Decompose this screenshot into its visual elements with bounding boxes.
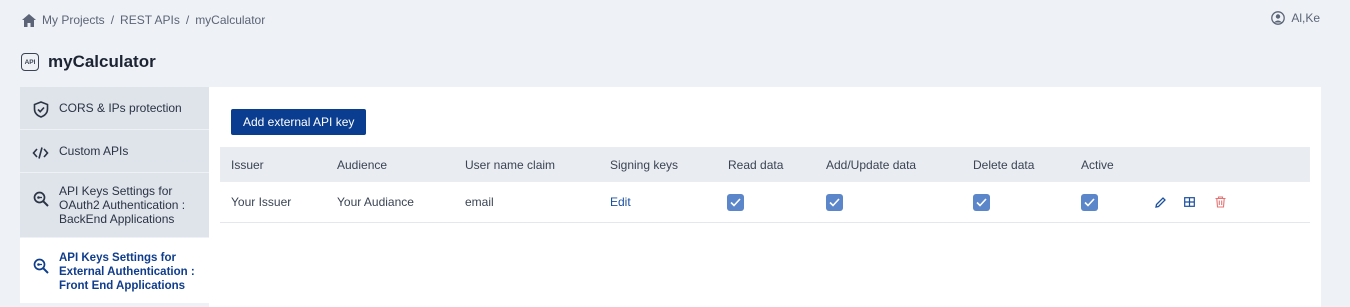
- column-header-user-name-claim[interactable]: User name claim: [465, 147, 555, 182]
- sidebar-item-label: Custom APIs: [59, 144, 129, 158]
- breadcrumb-separator: /: [110, 13, 115, 27]
- sidebar-item-label: CORS & IPs protection: [59, 101, 182, 115]
- sidebar-item-oauth2-keys[interactable]: API Keys Settings for OAuth2 Authenticat…: [20, 173, 209, 238]
- api-keys-table: Issuer Audience User name claim Signing …: [220, 147, 1310, 223]
- user-name: Al,Ke: [1291, 11, 1320, 25]
- column-header-delete-data[interactable]: Delete data: [973, 147, 1034, 182]
- pencil-icon[interactable]: [1153, 195, 1167, 209]
- audience-cell: Your Audiance: [337, 195, 414, 209]
- table-header: Issuer Audience User name claim Signing …: [220, 147, 1310, 182]
- column-header-audience[interactable]: Audience: [337, 147, 387, 182]
- check-icon: [730, 197, 741, 207]
- breadcrumb-current: myCalculator: [195, 13, 266, 27]
- main-panel: Add external API key Issuer Audience Use…: [209, 87, 1321, 307]
- sidebar-item-label: API Keys Settings for External Authentic…: [59, 252, 195, 292]
- sidebar-item-external-keys[interactable]: API Keys Settings for External Authentic…: [20, 238, 209, 304]
- column-header-signing-keys[interactable]: Signing keys: [610, 147, 678, 182]
- settings-sidebar: CORS & IPs protection Custom APIs API Ke…: [20, 87, 209, 307]
- user-avatar-icon: [1271, 11, 1286, 25]
- api-icon: API: [21, 53, 39, 71]
- shield-check-icon: [32, 101, 49, 118]
- page-header: API myCalculator: [21, 52, 156, 72]
- key-search-icon: [32, 257, 49, 274]
- column-header-add-update-data[interactable]: Add/Update data: [826, 147, 916, 182]
- column-header-issuer[interactable]: Issuer: [231, 147, 264, 182]
- breadcrumb-rest-apis[interactable]: REST APIs: [120, 13, 180, 27]
- row-actions-delete: [1213, 182, 1227, 222]
- column-header-read-data[interactable]: Read data: [728, 147, 783, 182]
- column-header-active[interactable]: Active: [1081, 147, 1114, 182]
- read-data-checkbox[interactable]: [727, 193, 744, 211]
- check-icon: [1084, 197, 1095, 207]
- sidebar-item-cors[interactable]: CORS & IPs protection: [20, 87, 209, 130]
- read-data-checkbox-cell: [727, 182, 744, 222]
- grid-icon[interactable]: [1182, 195, 1196, 209]
- sidebar-item-label: API Keys Settings for OAuth2 Authenticat…: [59, 184, 186, 226]
- check-icon: [829, 197, 840, 207]
- active-checkbox-cell: [1081, 182, 1098, 222]
- check-icon: [976, 197, 987, 207]
- breadcrumb: My Projects / REST APIs / myCalculator: [22, 11, 265, 29]
- user-name-claim-cell: email: [465, 195, 494, 209]
- key-search-icon: [32, 190, 49, 207]
- active-checkbox[interactable]: [1081, 193, 1098, 211]
- edit-signing-keys-link[interactable]: Edit: [610, 182, 631, 222]
- breadcrumb-my-projects[interactable]: My Projects: [42, 13, 105, 27]
- add-external-api-key-button[interactable]: Add external API key: [231, 109, 367, 135]
- breadcrumb-separator: /: [185, 13, 190, 27]
- sidebar-item-custom-apis[interactable]: Custom APIs: [20, 130, 209, 173]
- row-actions-grid: [1182, 182, 1196, 222]
- delete-data-checkbox-cell: [973, 182, 990, 222]
- page-title: myCalculator: [48, 52, 156, 71]
- issuer-cell: Your Issuer: [231, 195, 292, 209]
- user-menu[interactable]: Al,Ke: [1271, 11, 1320, 25]
- table-row: Your Issuer Your Audiance email Edit: [220, 182, 1310, 223]
- delete-data-checkbox[interactable]: [973, 193, 990, 211]
- home-icon[interactable]: [22, 13, 36, 27]
- code-icon: [32, 144, 49, 161]
- row-actions: [1153, 182, 1167, 222]
- add-update-data-checkbox[interactable]: [826, 193, 843, 211]
- trash-icon[interactable]: [1213, 195, 1227, 209]
- add-update-data-checkbox-cell: [826, 182, 843, 222]
